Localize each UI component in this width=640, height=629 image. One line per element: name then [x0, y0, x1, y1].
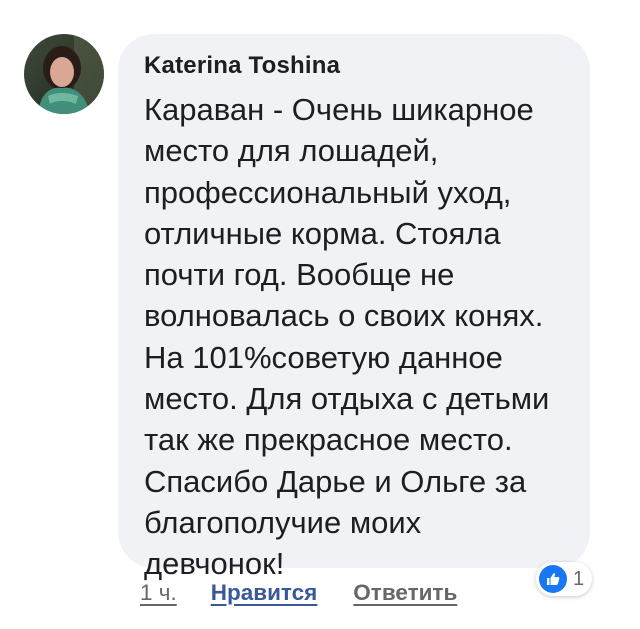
- reaction-count: 1: [573, 567, 585, 590]
- reactions-summary[interactable]: 1: [536, 562, 593, 596]
- comment-bubble: Katerina Toshina Караван - Очень шикарно…: [118, 34, 590, 581]
- comment-actions: 1 ч. Нравится Ответить: [140, 575, 457, 611]
- like-button[interactable]: Нравится: [211, 580, 318, 606]
- comment-timestamp[interactable]: 1 ч.: [140, 580, 177, 606]
- comment-text: Караван - Очень шикарное место для лошад…: [144, 92, 550, 582]
- profile-photo: [24, 34, 104, 114]
- thumbs-up-icon: [539, 565, 567, 593]
- avatar[interactable]: [24, 34, 104, 114]
- reply-button[interactable]: Ответить: [353, 580, 457, 606]
- comment-author[interactable]: Katerina Toshina: [144, 51, 564, 81]
